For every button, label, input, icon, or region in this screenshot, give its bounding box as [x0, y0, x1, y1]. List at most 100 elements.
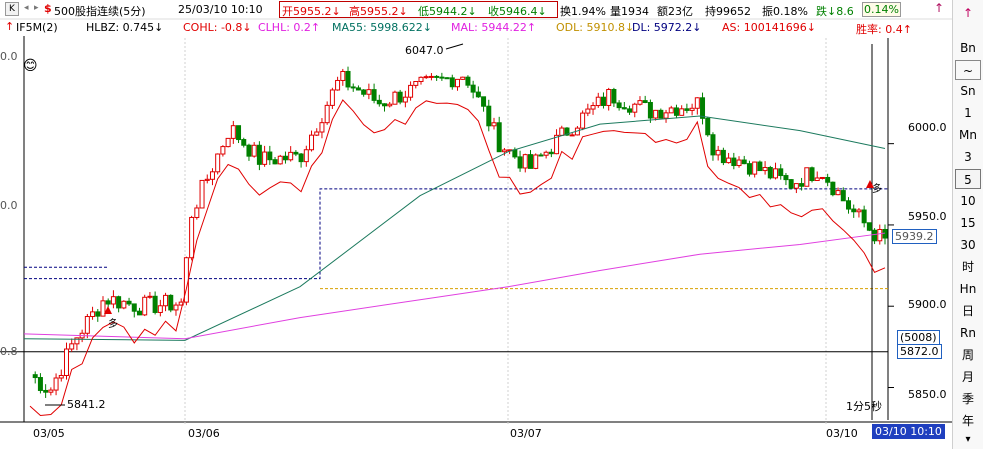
candle-body	[147, 295, 153, 298]
candle-body	[606, 89, 612, 106]
candle-body	[475, 91, 481, 98]
price-tick: 5900.0	[908, 298, 947, 311]
candle-body	[116, 296, 122, 309]
candle-body	[460, 76, 466, 80]
period-15[interactable]: 15	[955, 213, 981, 233]
candle-body	[110, 296, 116, 305]
candle-body	[496, 122, 502, 153]
candle-body	[314, 131, 320, 136]
price-tick: 5950.0	[908, 210, 947, 223]
amplitude-value: 振0.18%	[762, 5, 808, 18]
bar-datetime: 25/03/10 10:10	[178, 3, 263, 16]
candle-body	[69, 343, 75, 350]
candle-body	[428, 75, 434, 78]
candle-body	[215, 153, 221, 173]
candle-body	[256, 144, 262, 165]
candle-body	[632, 103, 638, 113]
period-5[interactable]: 5	[955, 169, 981, 189]
left-axis-label: 0.0	[0, 199, 18, 212]
candle-body	[767, 166, 773, 179]
candle-body	[642, 100, 648, 103]
high-annotation: 6047.0	[405, 44, 444, 57]
period-hn[interactable]: Hn	[955, 279, 981, 299]
toolbar-up-icon[interactable]: ↑	[955, 3, 981, 23]
period-1[interactable]: 1	[955, 103, 981, 123]
period-3[interactable]: 3	[955, 147, 981, 167]
candle-body	[277, 155, 283, 165]
candle-body	[303, 149, 309, 163]
period-quarter[interactable]: 季	[955, 389, 981, 409]
candle-body	[63, 348, 69, 376]
candle-body	[522, 154, 528, 169]
candle-body	[157, 305, 163, 313]
candle-body	[272, 159, 278, 165]
candle-body	[434, 75, 440, 78]
period-day[interactable]: 日	[955, 301, 981, 321]
dl-line	[24, 188, 888, 280]
candle-body	[866, 222, 872, 231]
candle-body	[762, 166, 768, 172]
smiley-icon[interactable]: 😊	[23, 58, 38, 74]
candle-body	[741, 159, 747, 165]
k-button[interactable]: K	[5, 2, 19, 16]
price-tick: 5850.0	[908, 388, 947, 401]
candle-body	[209, 171, 215, 180]
period-month[interactable]: 月	[955, 367, 981, 387]
candle-body	[600, 96, 606, 106]
up-arrow-icon[interactable]: ↑	[934, 1, 944, 15]
candle-body	[720, 149, 726, 164]
mal-line	[23, 232, 886, 340]
candle-body	[616, 102, 622, 109]
candle-body	[580, 112, 586, 129]
candle-body	[366, 89, 372, 95]
candle-body	[689, 107, 695, 111]
candle-body	[726, 157, 732, 164]
win-rate-value: 胜率: 0.4↑	[856, 23, 912, 36]
candle-body	[152, 295, 158, 313]
candle-body	[804, 167, 810, 187]
candle-body	[752, 161, 758, 175]
period-hour[interactable]: 时	[955, 257, 981, 277]
ref-price-box: 5872.0	[897, 344, 942, 359]
candle-body	[809, 167, 815, 182]
candle-body	[486, 105, 492, 127]
candle-body	[371, 89, 377, 101]
candle-body	[32, 374, 38, 379]
candle-body	[413, 80, 419, 86]
period-10[interactable]: 10	[955, 191, 981, 211]
period-30[interactable]: 30	[955, 235, 981, 255]
candle-body	[90, 311, 96, 318]
period-year[interactable]: 年	[955, 411, 981, 431]
candle-body	[319, 122, 325, 133]
period-mn[interactable]: Mn	[955, 125, 981, 145]
low-value: 低5944.2↓	[418, 5, 477, 18]
candle-body	[757, 161, 763, 172]
odl-value: ODL: 5910.8↓	[556, 21, 635, 34]
candle-body	[512, 149, 518, 158]
nav-right-icon[interactable]: ▸	[34, 3, 39, 13]
candle-body	[173, 304, 179, 311]
candle-body	[53, 377, 59, 391]
candle-body	[736, 159, 742, 167]
period-sn[interactable]: Sn	[955, 81, 981, 101]
kline-chart[interactable]	[0, 0, 983, 449]
candle-body	[548, 151, 554, 155]
high-leader	[445, 43, 464, 50]
candle-body	[533, 154, 539, 169]
period-week[interactable]: 周	[955, 345, 981, 365]
candle-body	[444, 77, 450, 80]
candle-body	[225, 137, 231, 148]
candle-body	[230, 125, 236, 139]
candle-body	[705, 117, 711, 136]
period-bn[interactable]: Bn	[955, 38, 981, 58]
nav-left-icon[interactable]: ◂	[24, 3, 29, 13]
current-time-box: 03/10 10:10	[872, 424, 945, 439]
candle-body	[715, 149, 721, 156]
candle-body	[402, 96, 408, 103]
chart-line-icon[interactable]: ~	[955, 60, 981, 80]
candle-body	[819, 176, 825, 179]
candle-body	[246, 144, 252, 157]
toolbar-more-icon[interactable]: ▾	[955, 430, 981, 450]
indicator-name[interactable]: IF5M(2)	[16, 21, 58, 34]
period-rn[interactable]: Rn	[955, 323, 981, 343]
